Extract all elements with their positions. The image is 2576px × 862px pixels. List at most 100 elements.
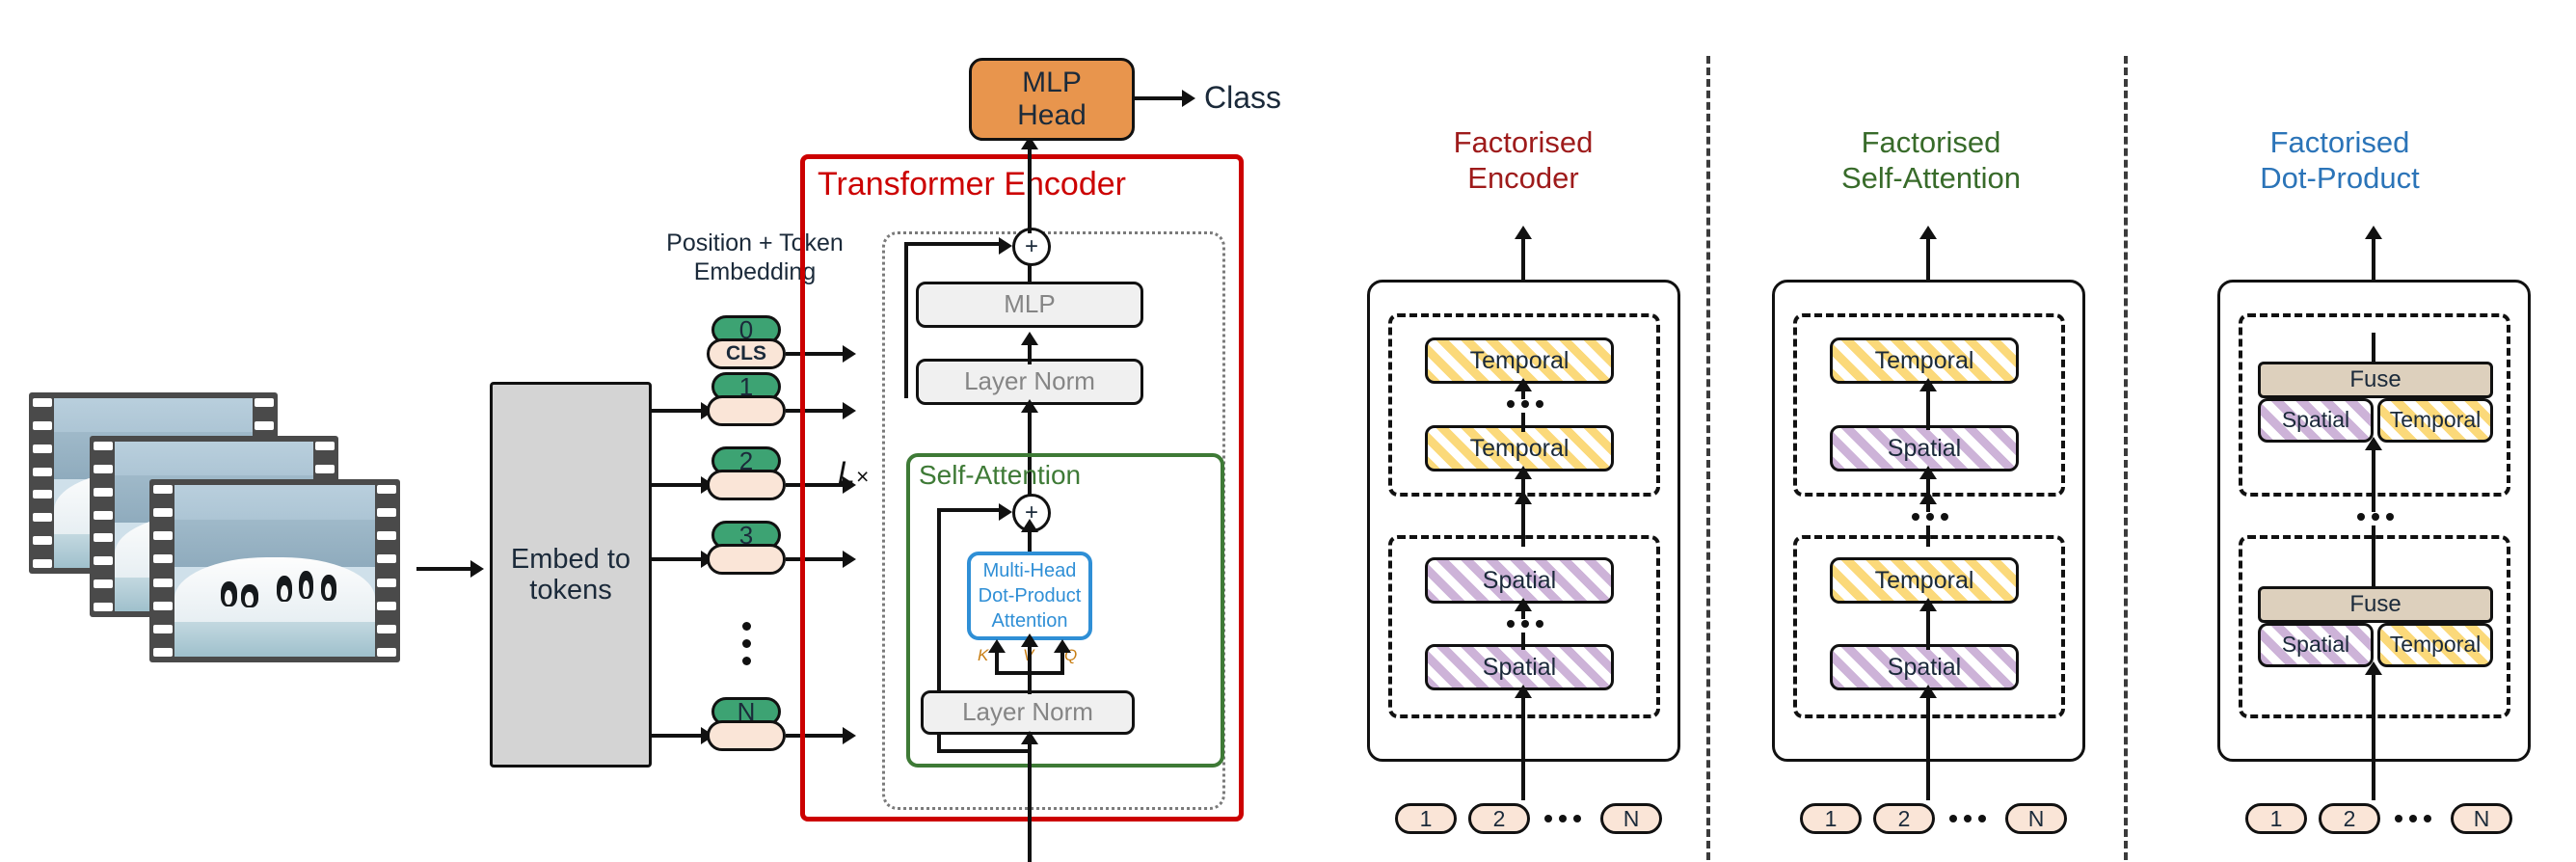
panel-divider-1 [1706,56,1710,860]
residual-top-horizontal [904,242,1001,246]
variant-1-spatial-link-head [1515,598,1532,611]
embed-to-token-n-shaft [652,734,704,738]
variant-3-top-in-shaft [2372,443,2375,500]
panel-divider-2 [2124,56,2128,860]
variant-1-input-token-2: 2 [1468,803,1530,834]
variant-2-output-shaft [1926,234,1930,281]
video-frame-image [174,485,375,657]
mha-line1: Multi-Head [982,560,1077,581]
mlp-head-to-class-shaft [1135,96,1185,100]
mlp-head-to-class-head [1182,90,1195,107]
sa-residual-arrowhead [999,503,1012,521]
film-perforations-left [153,485,173,657]
tokens-vertical-ellipsis-dots [742,622,751,665]
variant-2-group-link-head [1919,491,1937,504]
variant-3-bottom-fuse-out [2372,540,2375,588]
variant-1-input-token-n: N [1600,803,1662,834]
variant-2-input-ellipsis [1949,815,1986,822]
variant-1-output-arrow [1515,226,1532,239]
variant-3-input-shaft [2372,667,2375,800]
variant-3-title: Factorised Dot-Product [2181,125,2499,196]
encoder-layer-norm-top: Layer Norm [916,359,1143,405]
variant-3-input-token-1: 1 [2245,803,2307,834]
variant-2-input-token-2: 2 [1873,803,1935,834]
film-perforations-left [94,442,113,611]
embed-to-token-2-shaft [652,483,704,487]
mha-line3: Attention [991,610,1068,632]
variant-3-output-shaft [2372,234,2375,281]
variant-3-title-line2: Dot-Product [2260,160,2420,195]
variant-3-output-arrow [2365,226,2382,239]
arrow-video-to-embed-head [470,560,484,578]
variant-1-block-temporal-top: Temporal [1425,337,1614,384]
embed-to-token-3-shaft [652,557,704,561]
ln-bottom-to-qkv-shaft [1028,688,1032,694]
variant-1-input-ellipsis [1544,815,1581,822]
film-perforations-left [33,398,52,568]
variant-2-block-temporal-top: Temporal [1830,337,2019,384]
repeat-label-times: × [856,464,870,489]
token-cls: CLS [707,338,786,369]
variant-3-top-fuse-out [2372,333,2375,364]
video-frame-front [149,479,400,662]
variant-1-block-spatial-bottom: Spatial [1425,644,1614,690]
variant-1-input-shaft [1521,690,1525,800]
variant-2-bottom-link-head [1919,598,1937,611]
variant-1-title-line2: Encoder [1467,160,1579,195]
token-1 [707,395,786,426]
encoder-trunk-ln-to-mlp-head [1021,332,1038,345]
variant-2-input-token-1: 1 [1800,803,1862,834]
variant-2-title-line2: Self-Attention [1840,160,2022,195]
variant-3-top-in-head [2365,437,2382,450]
encoder-to-mlp-head-shaft [1028,145,1032,233]
variant-2-output-arrow [1919,226,1937,239]
variant-1-title-line1: Factorised [1453,125,1594,159]
token-2 [707,470,786,500]
variant-2-block-temporal-bottom: Temporal [1830,557,2019,604]
encoder-residual-add-top: + [1012,228,1051,266]
encoder-input-arrowhead [1021,731,1038,744]
variant-3-title-line1: Factorised [2269,125,2410,159]
variant-2-group-ellipsis [1912,513,1948,521]
encoder-trunk-sa-to-ln-head [1021,399,1038,413]
self-attention-title: Self-Attention [919,460,1082,490]
qkv-label-K: K [978,646,989,664]
variant-3-block-spatial-bottom: Spatial [2258,623,2374,667]
variant-3-block-temporal-bottom: Temporal [2377,623,2493,667]
variant-2-bottom-link-shaft [1926,606,1930,650]
variant-3-input-ellipsis [2395,815,2431,822]
variant-1-spatial-ellipsis [1507,620,1543,628]
mha-line2: Dot-Product [978,585,1082,606]
encoder-mlp-box: MLP [916,282,1143,328]
variant-2-input-token-n: N [2005,803,2067,834]
variant-1-input-head [1515,685,1532,698]
transformer-encoder-title: Transformer Encoder [818,166,1126,202]
variant-3-block-spatial-top: Spatial [2258,398,2374,443]
class-output-label: Class [1204,80,1282,115]
arrow-video-to-embed-shaft [416,567,472,571]
variant-1-temporal-ellipsis [1507,400,1543,408]
variant-1-block-spatial-top: Spatial [1425,557,1614,604]
variant-1-title: Factorised Encoder [1369,125,1677,196]
encoder-input-shaft [1028,739,1032,862]
multi-head-attention-box: Multi-Head Dot-Product Attention [967,552,1092,640]
variant-1-input-token-1: 1 [1395,803,1457,834]
embed-label-line1: Embed to [510,543,631,575]
variant-2-top-in-head [1919,466,1937,479]
variant-3-input-head [2365,661,2382,675]
variant-2-block-spatial-bottom: Spatial [1830,644,2019,690]
mha-to-add-head [1021,519,1038,532]
variant-3-block-fuse-bottom: Fuse [2258,586,2493,623]
mlp-head-line1: MLP [1022,67,1082,99]
variant-3-block-temporal-top: Temporal [2377,398,2493,443]
qkv-k-head [988,639,1006,653]
variant-1-block-temporal-bottom: Temporal [1425,425,1614,471]
variant-3-block-fuse-top: Fuse [2258,362,2493,398]
sa-residual-bottom-horizontal [937,749,1030,753]
embed-to-tokens-block: Embed to tokens [490,382,652,768]
token-n [707,720,786,751]
qkv-split-horizontal [995,671,1064,675]
variant-1-temporal-link-head [1515,378,1532,391]
variant-2-title-line1: Factorised [1861,125,2001,159]
residual-top-arrowhead [999,237,1012,255]
